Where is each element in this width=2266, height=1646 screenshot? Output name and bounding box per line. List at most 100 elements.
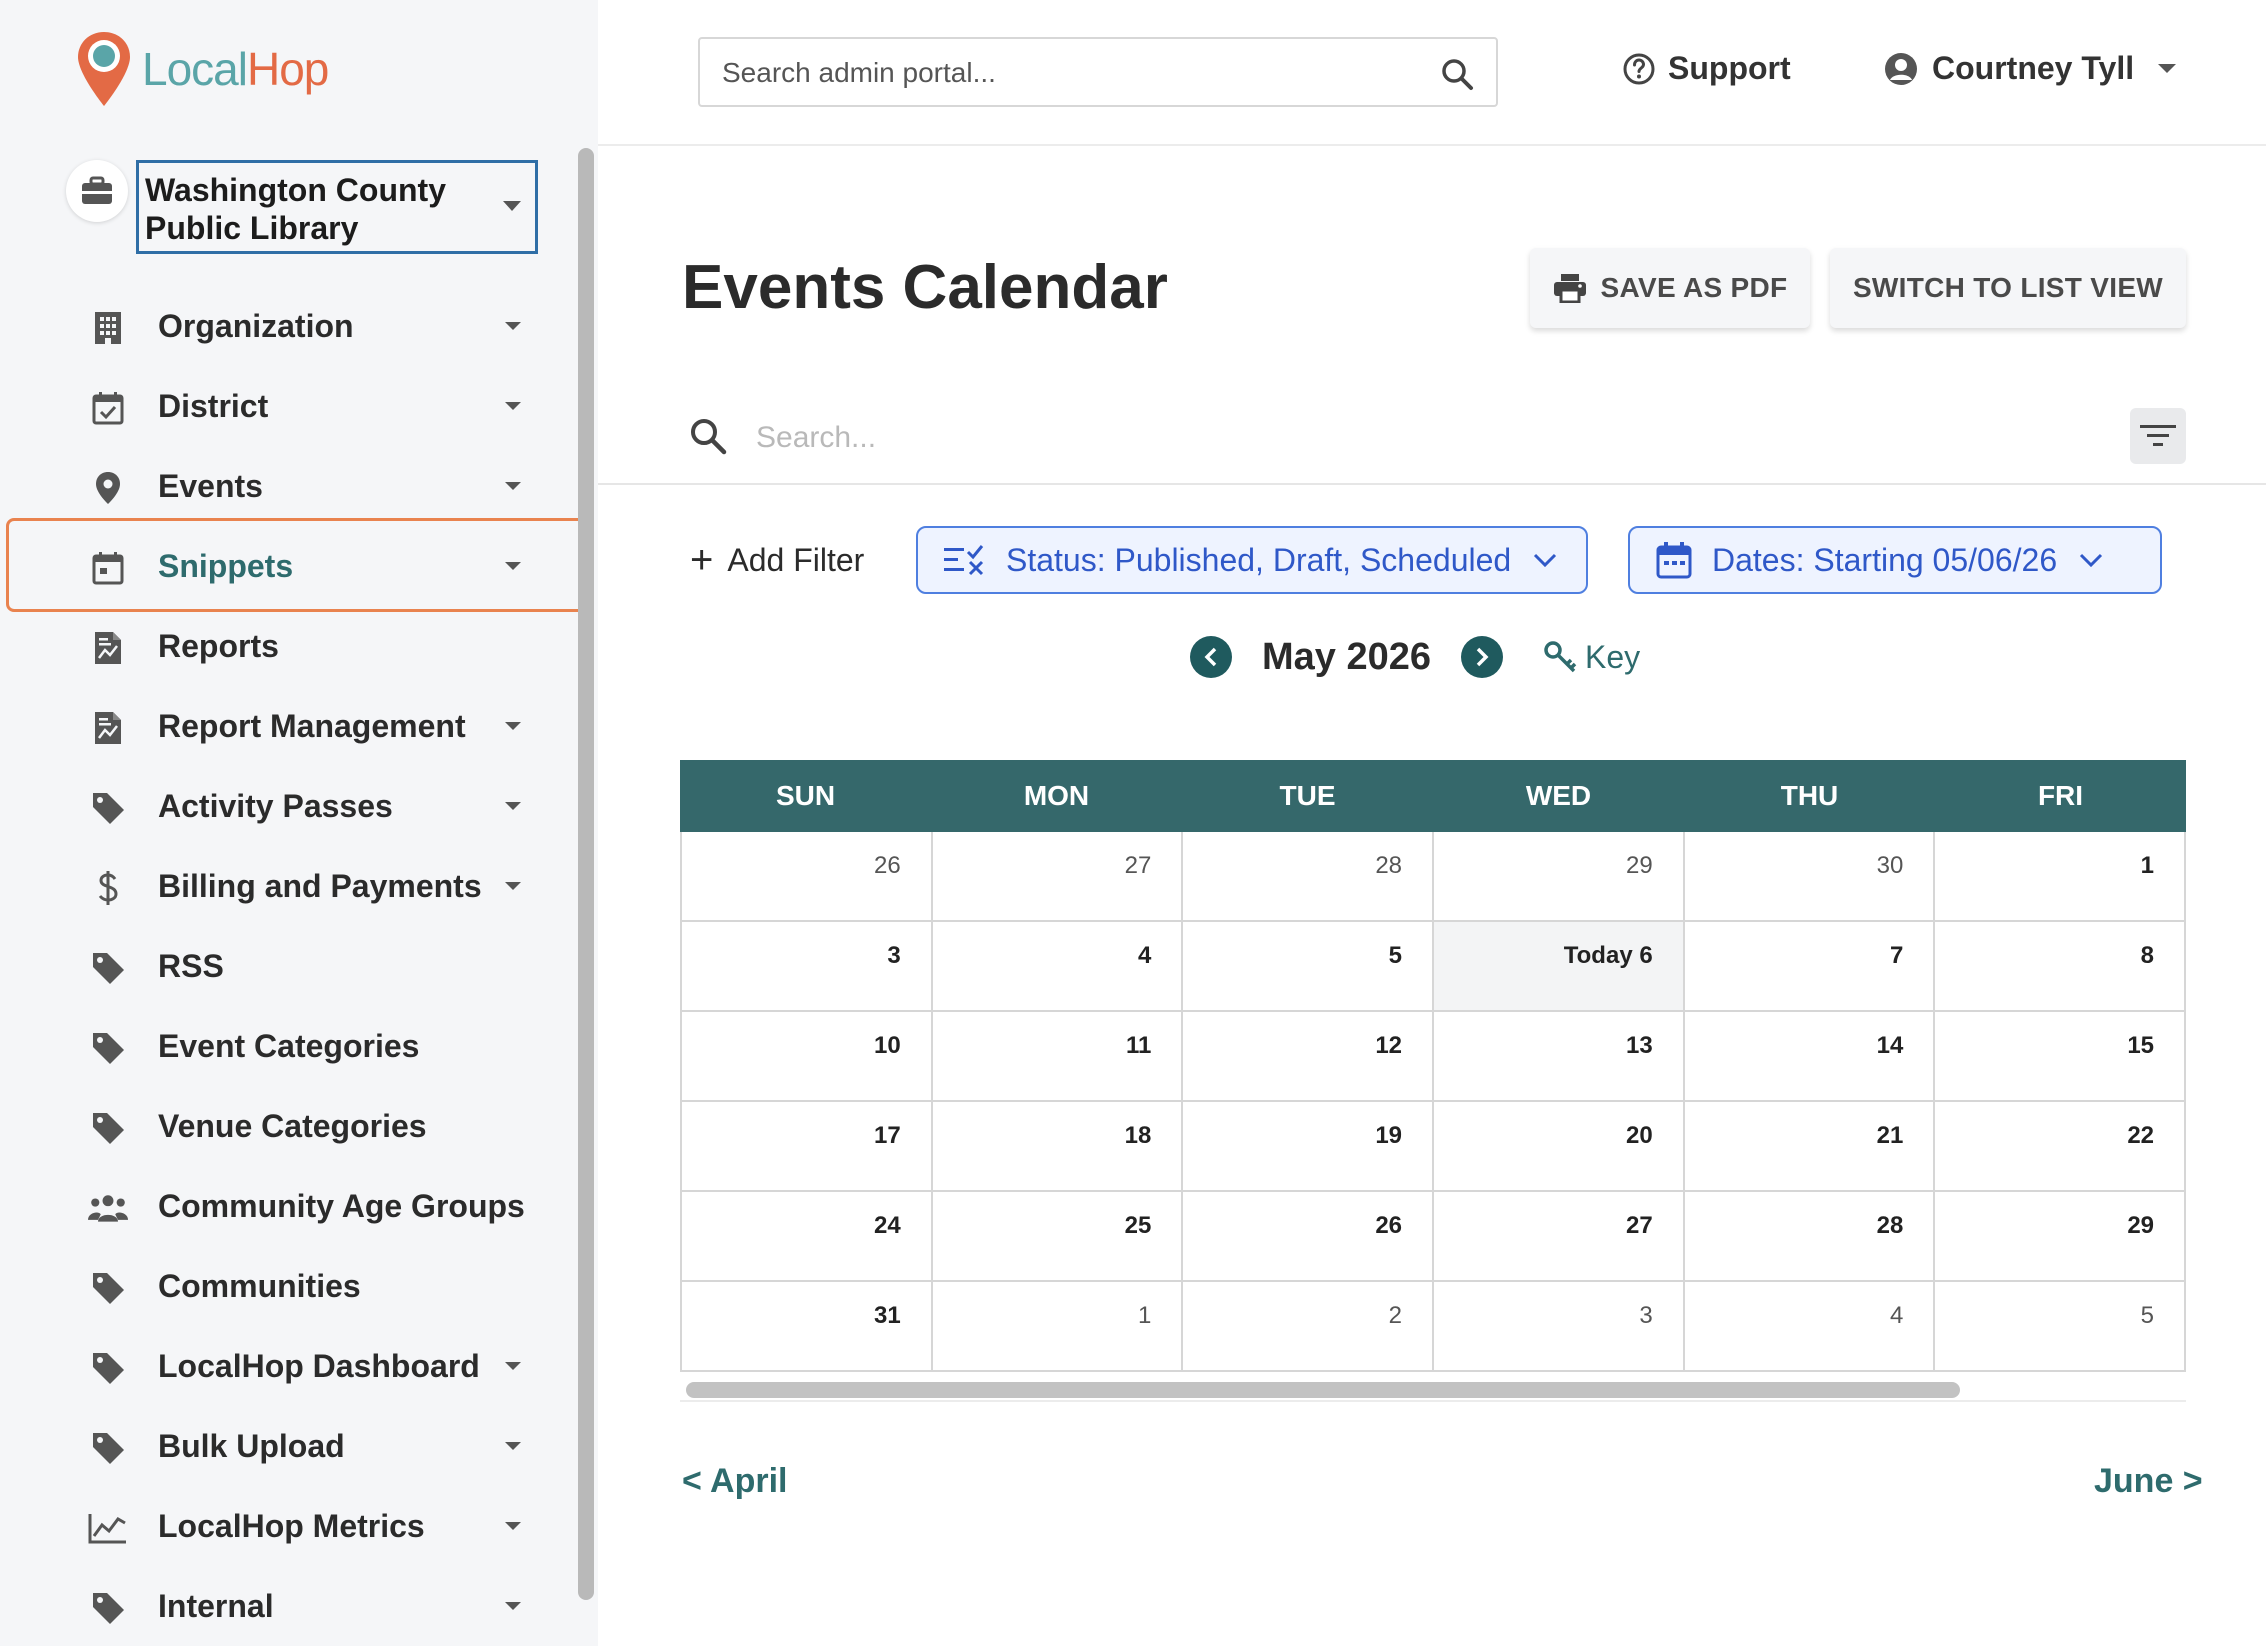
chevron-down-icon[interactable] bbox=[505, 1442, 521, 1450]
day-number: 28 bbox=[1876, 1212, 1904, 1239]
calendar-body: 26 27 28 29 30 1 3 4 5 Today 6 7 8 10 11 12 13 14 15 17 18 1… bbox=[680, 832, 2187, 1372]
calendar-day-today[interactable]: Today 6 bbox=[1434, 922, 1685, 1010]
sidebar-item-snippets[interactable]: Snippets bbox=[0, 526, 580, 606]
sidebar-item-report-management[interactable]: Report Management bbox=[0, 686, 580, 766]
sidebar-item-district[interactable]: District bbox=[0, 366, 580, 446]
calendar-day-cell[interactable]: 18 bbox=[933, 1102, 1184, 1190]
chevron-down-icon[interactable] bbox=[505, 562, 521, 570]
dates-filter-chip[interactable]: Dates: Starting 05/06/26 bbox=[1628, 526, 2162, 594]
chevron-down-icon[interactable] bbox=[505, 1522, 521, 1530]
organization-select[interactable]: Washington County Public Library bbox=[136, 160, 538, 254]
save-as-pdf-button[interactable]: SAVE AS PDF bbox=[1530, 248, 1810, 328]
day-number: 5 bbox=[2140, 1302, 2155, 1329]
chevron-down-icon[interactable] bbox=[505, 322, 521, 330]
calendar-day-cell[interactable]: 20 bbox=[1434, 1102, 1685, 1190]
calendar-day-cell[interactable]: 17 bbox=[682, 1102, 933, 1190]
search-icon bbox=[691, 419, 727, 455]
sidebar-item-community-age-groups[interactable]: Community Age Groups bbox=[0, 1166, 580, 1246]
add-filter-button[interactable]: + Add Filter bbox=[690, 540, 864, 580]
chevron-down-icon[interactable] bbox=[505, 402, 521, 410]
admin-search-input[interactable] bbox=[722, 53, 1422, 93]
calendar-day-cell[interactable]: 12 bbox=[1183, 1012, 1435, 1100]
event-search-input[interactable] bbox=[756, 414, 1956, 462]
day-of-week-header: WED bbox=[1525, 780, 1592, 811]
calendar-day-cell[interactable]: 22 bbox=[1935, 1102, 2187, 1190]
sidebar-item-bulk-upload[interactable]: Bulk Upload bbox=[0, 1406, 580, 1486]
chevron-down-icon[interactable] bbox=[505, 882, 521, 890]
calendar-day-cell[interactable]: 3 bbox=[1434, 1282, 1685, 1370]
logo-text: LocalHop bbox=[142, 42, 329, 96]
calendar-day-cell[interactable]: 24 bbox=[682, 1192, 933, 1280]
chevron-down-icon[interactable] bbox=[505, 1602, 521, 1610]
tag-icon bbox=[88, 948, 128, 988]
previous-month-link[interactable]: < April bbox=[682, 1462, 788, 1501]
calendar-day-cell[interactable]: 7 bbox=[1685, 922, 1936, 1010]
calendar-day-cell[interactable]: 29 bbox=[1935, 1192, 2187, 1280]
calendar-day-cell[interactable]: 28 bbox=[1183, 832, 1435, 920]
sidebar-item-internal[interactable]: Internal bbox=[0, 1566, 580, 1646]
chevron-down-icon[interactable] bbox=[505, 722, 521, 730]
day-number: 4 bbox=[1890, 1302, 1904, 1329]
chevron-down-icon[interactable] bbox=[505, 482, 521, 490]
calendar-day-cell[interactable]: 28 bbox=[1685, 1192, 1936, 1280]
sidebar-item-localhop-metrics[interactable]: LocalHop Metrics bbox=[0, 1486, 580, 1566]
sidebar-item-reports[interactable]: Reports bbox=[0, 606, 580, 686]
next-month-button[interactable] bbox=[1461, 636, 1504, 678]
support-link[interactable]: Support bbox=[1622, 50, 1791, 87]
day-number: 20 bbox=[1625, 1122, 1653, 1149]
calendar-day-cell[interactable]: 27 bbox=[933, 832, 1184, 920]
calendar-scrollbar-thumb[interactable] bbox=[686, 1382, 1960, 1398]
sidebar-item-billing-and-payments[interactable]: Billing and Payments bbox=[0, 846, 580, 926]
calendar-day-cell[interactable]: 1 bbox=[1935, 832, 2187, 920]
calendar-day-cell[interactable]: 11 bbox=[933, 1012, 1184, 1100]
calendar-day-cell[interactable]: 8 bbox=[1935, 922, 2187, 1010]
calendar-check-icon bbox=[88, 388, 128, 428]
status-filter-chip[interactable]: Status: Published, Draft, Scheduled bbox=[916, 526, 1588, 594]
calendar-day-cell[interactable]: 30 bbox=[1685, 832, 1936, 920]
calendar-day-cell[interactable]: 4 bbox=[1685, 1282, 1936, 1370]
day-number: 13 bbox=[1625, 1032, 1653, 1059]
chevron-down-icon[interactable] bbox=[505, 1362, 521, 1370]
sidebar-item-activity-passes[interactable]: Activity Passes bbox=[0, 766, 580, 846]
calendar-day-cell[interactable]: 26 bbox=[1183, 1192, 1435, 1280]
sidebar-item-rss[interactable]: RSS bbox=[0, 926, 580, 1006]
calendar-day-cell[interactable]: 21 bbox=[1685, 1102, 1936, 1190]
sidebar-item-event-categories[interactable]: Event Categories bbox=[0, 1006, 580, 1086]
filter-toggle-button[interactable] bbox=[2130, 408, 2186, 464]
calendar-day-cell[interactable]: 2 bbox=[1183, 1282, 1435, 1370]
search-icon[interactable] bbox=[1440, 57, 1474, 91]
sidebar-item-localhop-dashboard[interactable]: LocalHop Dashboard bbox=[0, 1326, 580, 1406]
sidebar-item-events[interactable]: Events bbox=[0, 446, 580, 526]
user-menu[interactable]: Courtney Tyll bbox=[1884, 50, 2177, 87]
sidebar-item-venue-categories[interactable]: Venue Categories bbox=[0, 1086, 580, 1166]
calendar-day-cell[interactable]: 3 bbox=[682, 922, 933, 1010]
calendar-day-cell[interactable]: 29 bbox=[1434, 832, 1685, 920]
calendar-day-cell[interactable]: 19 bbox=[1183, 1102, 1435, 1190]
switch-to-list-view-button[interactable]: SWITCH TO LIST VIEW bbox=[1830, 248, 2186, 328]
calendar-day-cell[interactable]: 31 bbox=[682, 1282, 933, 1370]
sidebar-scrollbar[interactable] bbox=[578, 148, 594, 1600]
calendar-day-cell[interactable]: 1 bbox=[933, 1282, 1184, 1370]
calendar-day-cell[interactable]: 14 bbox=[1685, 1012, 1936, 1100]
day-number: 27 bbox=[1625, 1212, 1653, 1239]
status-filter-label: Status: Published, Draft, Scheduled bbox=[1006, 541, 1512, 578]
calendar-day-cell[interactable]: 15 bbox=[1935, 1012, 2187, 1100]
calendar-day-cell[interactable]: 25 bbox=[933, 1192, 1184, 1280]
calendar-day-cell[interactable]: 5 bbox=[1935, 1282, 2187, 1370]
calendar-day-cell[interactable]: 4 bbox=[933, 922, 1184, 1010]
chevron-right-icon bbox=[1476, 647, 1489, 667]
page-title: Events Calendar bbox=[682, 253, 1168, 322]
calendar-day-cell[interactable]: 10 bbox=[682, 1012, 933, 1100]
previous-month-button[interactable] bbox=[1190, 636, 1232, 678]
key-link[interactable]: Key bbox=[1543, 639, 1640, 676]
sidebar-item-communities[interactable]: Communities bbox=[0, 1246, 580, 1326]
calendar-day-cell[interactable]: 13 bbox=[1434, 1012, 1685, 1100]
calendar-day-cell[interactable]: 27 bbox=[1434, 1192, 1685, 1280]
tag-icon bbox=[88, 788, 128, 828]
next-month-link[interactable]: June > bbox=[2094, 1462, 2203, 1501]
chevron-down-icon[interactable] bbox=[505, 802, 521, 810]
localhop-logo[interactable]: LocalHop bbox=[76, 30, 329, 108]
calendar-day-cell[interactable]: 26 bbox=[682, 832, 933, 920]
calendar-day-cell[interactable]: 5 bbox=[1183, 922, 1435, 1010]
sidebar-item-organization[interactable]: Organization bbox=[0, 286, 580, 366]
